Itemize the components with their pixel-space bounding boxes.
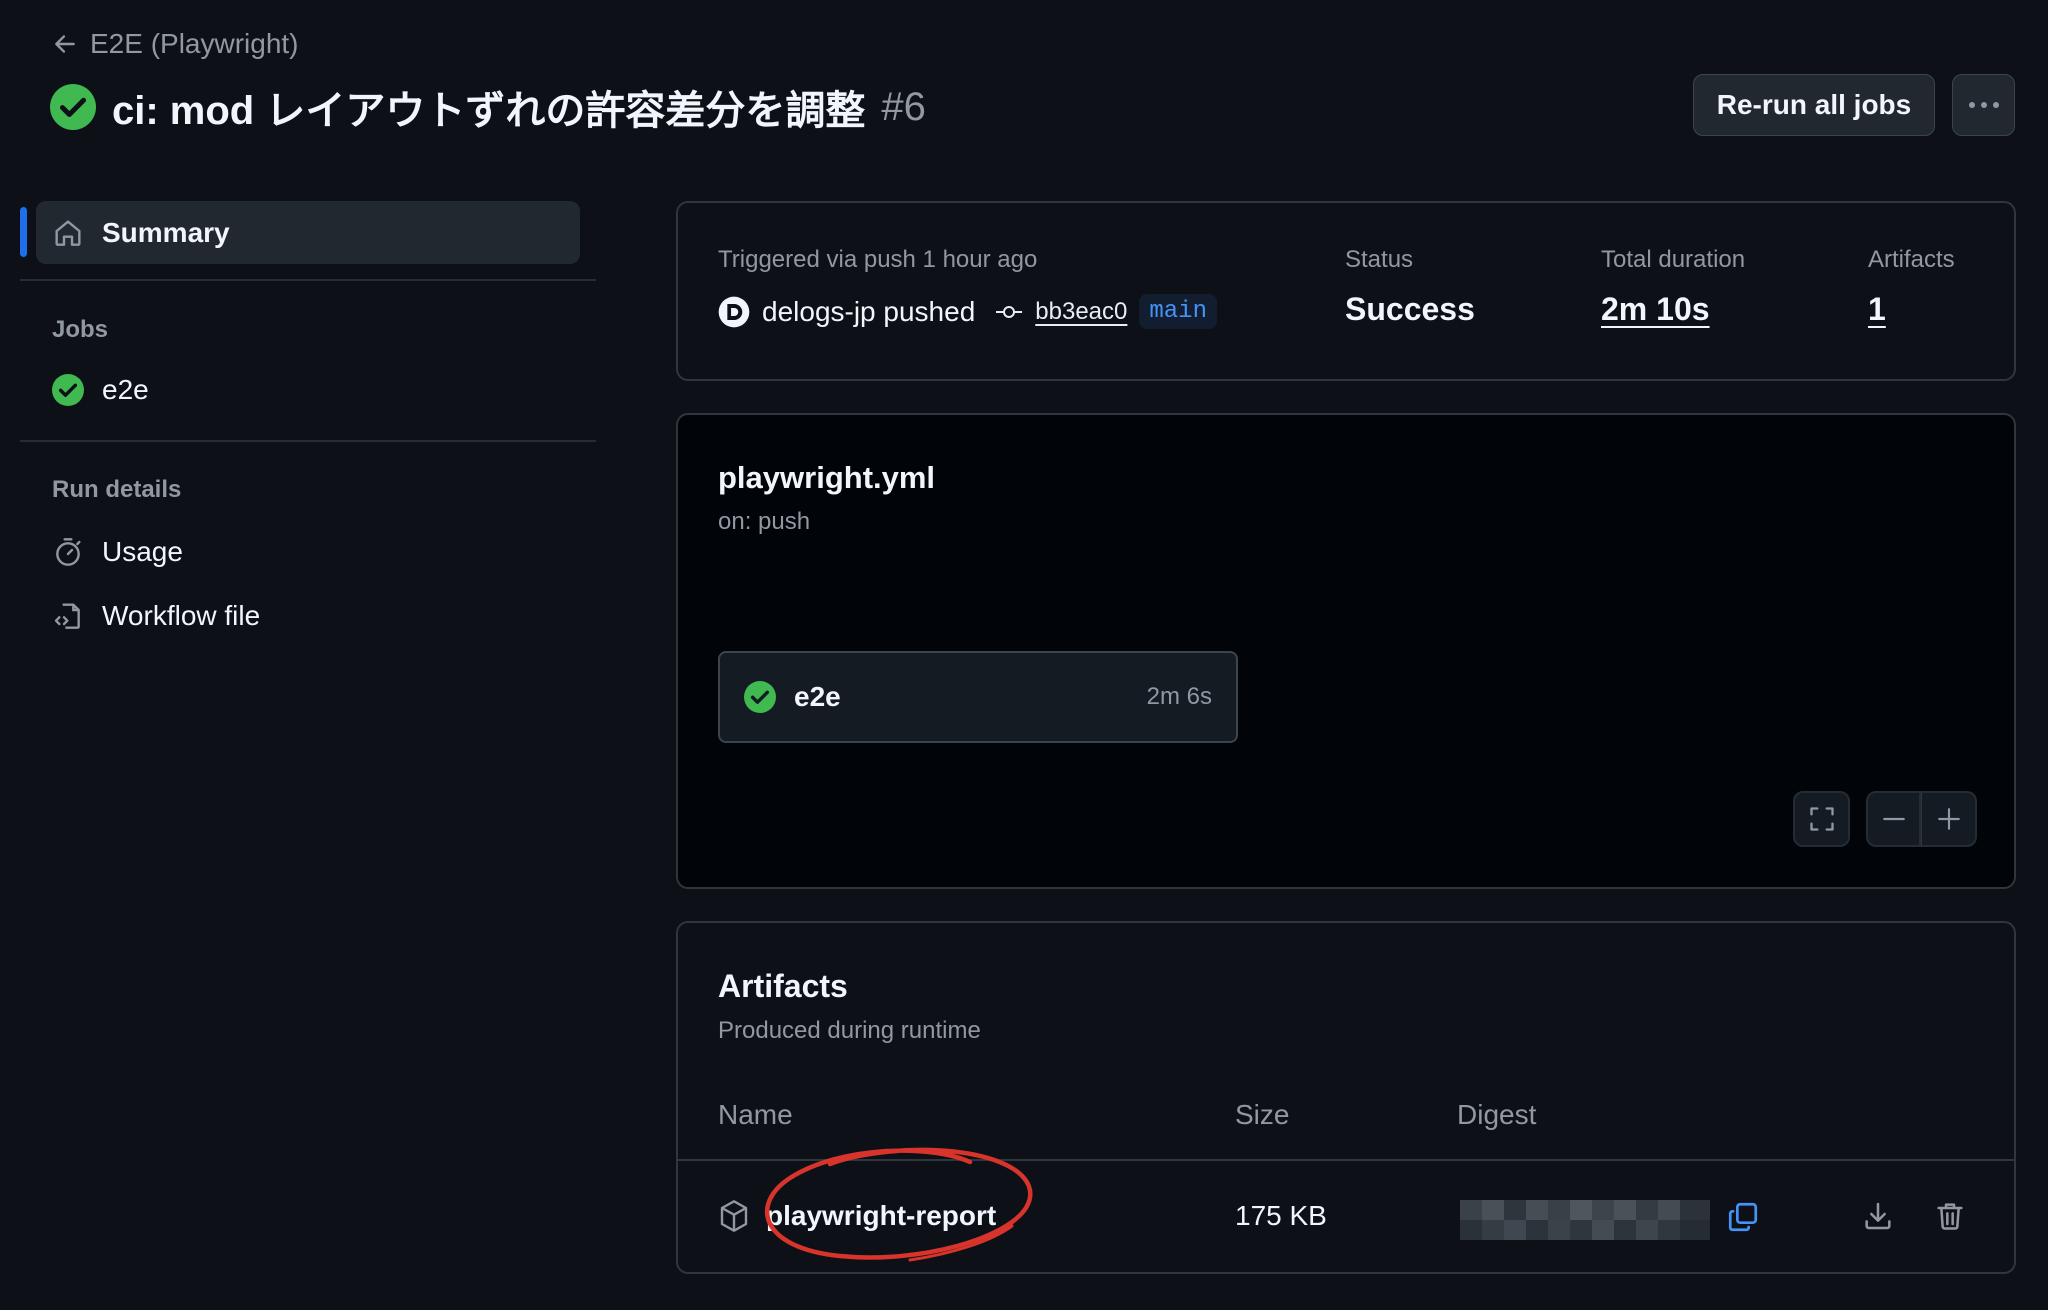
status-value: Success	[1345, 291, 1475, 327]
sidebar-item-workflow-file[interactable]: Workflow file	[52, 600, 260, 632]
job-card-e2e[interactable]: e2e 2m 6s	[718, 651, 1238, 743]
run-title: ci: mod レイアウトずれの許容差分を調整	[112, 89, 866, 133]
file-code-icon	[52, 600, 84, 632]
back-link-label: E2E (Playwright)	[90, 28, 299, 59]
workflow-trigger: on: push	[718, 508, 811, 535]
job-name: e2e	[794, 681, 841, 712]
success-check-icon	[50, 84, 96, 130]
sidebar-item-usage[interactable]: Usage	[52, 536, 183, 568]
status-label: Status	[1345, 246, 1414, 273]
zoom-in-button[interactable]	[1921, 791, 1977, 847]
kebab-horizontal-icon	[1967, 100, 2001, 110]
sidebar-item-label: e2e	[102, 374, 149, 405]
job-duration: 2m 6s	[1146, 683, 1212, 710]
download-icon	[1862, 1200, 1894, 1232]
digest-redacted	[1460, 1200, 1710, 1240]
trigger-text: Triggered via push 1 hour ago	[718, 246, 1038, 273]
page-title: ci: mod レイアウトずれの許容差分を調整 #6	[50, 78, 926, 136]
more-options-button[interactable]	[1952, 74, 2015, 136]
delete-artifact-button[interactable]	[1934, 1200, 1966, 1232]
column-header-digest: Digest	[1457, 1099, 1537, 1130]
column-header-name: Name	[718, 1099, 793, 1130]
back-link[interactable]: E2E (Playwright)	[52, 28, 299, 60]
stopwatch-icon	[52, 536, 84, 568]
fullscreen-icon	[1808, 805, 1836, 833]
sidebar-divider	[20, 440, 596, 442]
trash-icon	[1934, 1200, 1966, 1232]
jobs-heading: Jobs	[52, 316, 109, 343]
branch-label[interactable]: main	[1139, 294, 1217, 329]
download-artifact-button[interactable]	[1862, 1200, 1894, 1232]
avatar[interactable]	[718, 296, 750, 328]
sidebar-divider	[20, 279, 596, 281]
push-info: delogs-jp pushed bb3eac0 main	[718, 294, 1217, 329]
zoom-out-button[interactable]	[1866, 791, 1921, 847]
artifacts-subtitle: Produced during runtime	[718, 1017, 981, 1044]
sidebar-item-e2e[interactable]: e2e	[52, 374, 149, 406]
success-check-icon	[52, 374, 84, 406]
annotation-circle	[764, 1147, 1033, 1262]
workflow-file-name: playwright.yml	[718, 460, 936, 495]
fullscreen-button[interactable]	[1793, 791, 1850, 847]
arrow-left-icon	[52, 31, 78, 57]
artifact-size: 175 KB	[1235, 1200, 1327, 1231]
rerun-all-jobs-button[interactable]: Re-run all jobs	[1693, 74, 1935, 136]
success-check-icon	[744, 681, 776, 713]
git-commit-icon	[995, 302, 1023, 322]
run-number: #6	[881, 84, 926, 129]
actor-text: delogs-jp pushed	[762, 295, 976, 327]
plus-icon	[1936, 806, 1962, 832]
artifacts-count-link[interactable]: 1	[1868, 291, 1886, 328]
minus-icon	[1881, 806, 1907, 832]
total-duration-link[interactable]: 2m 10s	[1601, 291, 1710, 328]
artifacts-count-label: Artifacts	[1868, 246, 1955, 273]
active-indicator	[20, 207, 27, 257]
total-duration-label: Total duration	[1601, 246, 1746, 273]
home-icon	[52, 217, 84, 249]
package-icon	[718, 1198, 750, 1234]
sidebar-item-label: Usage	[102, 536, 183, 567]
copy-digest-button[interactable]	[1726, 1200, 1760, 1234]
commit-sha-link[interactable]: bb3eac0	[1035, 298, 1127, 326]
column-header-size: Size	[1235, 1099, 1290, 1130]
artifacts-title: Artifacts	[718, 968, 848, 1004]
sidebar-item-summary[interactable]: Summary	[36, 201, 580, 264]
run-details-heading: Run details	[52, 476, 182, 503]
sidebar-item-label: Summary	[102, 216, 230, 248]
copy-icon	[1726, 1200, 1760, 1234]
sidebar-item-label: Workflow file	[102, 600, 261, 631]
